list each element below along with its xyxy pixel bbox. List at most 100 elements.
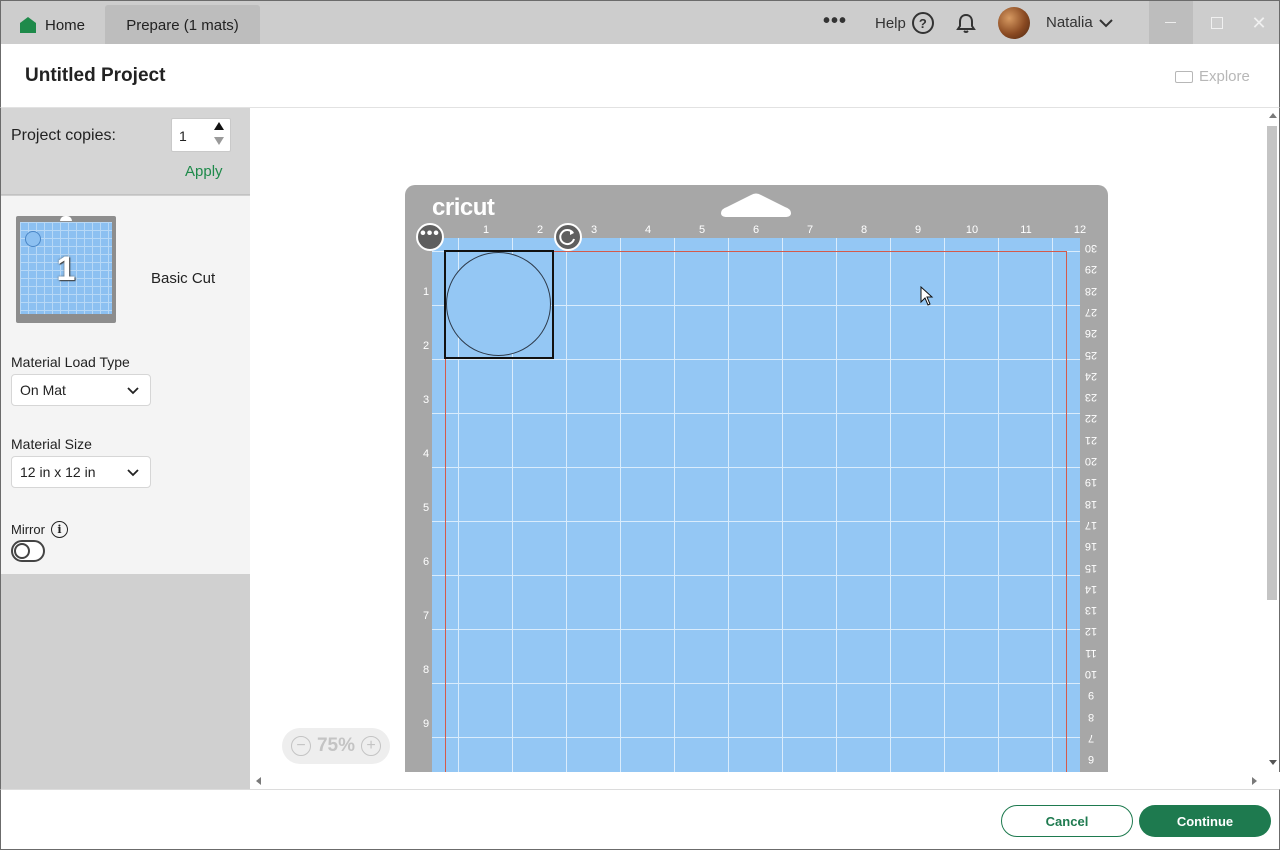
selected-design[interactable] (444, 250, 554, 359)
right-ruler-tick: 24 (1084, 369, 1098, 382)
apply-button[interactable]: Apply (185, 163, 223, 180)
mat-thumbnail[interactable]: 1 (16, 216, 116, 323)
continue-button[interactable]: Continue (1139, 805, 1271, 837)
material-size-value: 12 in x 12 in (20, 464, 96, 480)
circle-shape[interactable] (446, 252, 551, 356)
cutting-mat: cricut 1 2 3 4 5 6 7 8 9 10 11 12 123456789 30 29 28 2… (405, 185, 1108, 772)
left-ruler-tick: 1 (422, 286, 430, 298)
mat-options-panel: 1 Basic Cut Material Load Type On Mat Ma… (1, 196, 250, 574)
top-ruler-tick: 7 (806, 224, 814, 236)
explore-button[interactable]: Explore (1175, 68, 1250, 85)
right-ruler-tick: 21 (1084, 433, 1098, 446)
top-ruler-tick: 2 (536, 224, 544, 236)
right-ruler-tick: 10 (1084, 668, 1098, 680)
right-ruler-tick: 13 (1084, 604, 1098, 617)
top-ruler-tick: 9 (914, 224, 922, 236)
horizontal-scrollbar[interactable] (250, 772, 1265, 789)
right-ruler-tick: 17 (1084, 518, 1098, 531)
right-ruler-tick: 20 (1084, 455, 1098, 467)
copies-panel: Project copies: 1 Apply (1, 108, 250, 195)
right-ruler-tick: 19 (1084, 476, 1098, 489)
top-ruler-tick: 4 (644, 224, 652, 236)
zoom-out-icon[interactable]: − (290, 736, 311, 756)
scroll-up-icon[interactable] (1269, 113, 1277, 118)
left-ruler-tick: 8 (422, 664, 430, 676)
chevron-down-icon (127, 469, 139, 477)
right-ruler-tick: 29 (1084, 263, 1098, 276)
tab-home[interactable]: Home (9, 5, 105, 45)
page-title: Untitled Project (25, 65, 166, 86)
avatar[interactable] (998, 7, 1030, 39)
top-ruler-tick: 3 (590, 224, 598, 236)
explore-label: Explore (1199, 68, 1250, 85)
cancel-button[interactable]: Cancel (1001, 805, 1133, 837)
vertical-scrollbar[interactable] (1265, 108, 1280, 772)
right-ruler-tick: 30 (1084, 242, 1098, 254)
right-ruler-tick: 9 (1087, 689, 1095, 702)
right-ruler-tick: 22 (1084, 412, 1098, 425)
material-load-select[interactable]: On Mat (11, 374, 151, 406)
more-options-icon[interactable]: ••• (821, 11, 849, 35)
material-size-select[interactable]: 12 in x 12 in (11, 456, 151, 488)
increment-icon[interactable] (214, 122, 224, 130)
help-icon: ? (911, 12, 934, 34)
right-ruler-tick: 7 (1087, 731, 1095, 744)
close-button[interactable]: ✕ (1239, 1, 1279, 45)
scroll-left-icon[interactable] (256, 777, 261, 785)
brand-logo: cricut (432, 194, 495, 221)
title-bar: Home Prepare (1 mats) ••• Help ? Natalia… (0, 0, 1280, 45)
left-ruler-tick: 5 (422, 502, 430, 514)
right-ruler-tick: 15 (1084, 561, 1098, 574)
help-button[interactable]: Help ? (875, 12, 934, 34)
mirror-toggle[interactable] (11, 540, 45, 562)
mat-cut-area[interactable] (432, 238, 1080, 772)
top-ruler-tick: 11 (1020, 224, 1032, 236)
page-header: Untitled Project Explore (0, 44, 1280, 108)
top-ruler-tick: 12 (1073, 224, 1087, 236)
top-ruler-tick: 8 (860, 224, 868, 236)
top-ruler-tick: 6 (752, 224, 760, 236)
mat-more-button[interactable]: ••• (416, 223, 444, 251)
tab-home-label: Home (45, 16, 86, 34)
right-ruler-tick: 28 (1084, 284, 1098, 297)
copies-stepper[interactable]: 1 (171, 118, 231, 152)
maximize-button[interactable] (1195, 1, 1239, 45)
mirror-label-row: Mirror i (11, 521, 68, 538)
right-ruler-tick: 23 (1084, 391, 1098, 404)
user-name[interactable]: Natalia (1046, 14, 1093, 31)
mouse-cursor-icon (920, 286, 934, 306)
minimize-button[interactable] (1149, 1, 1193, 45)
vertical-scroll-thumb[interactable] (1267, 126, 1277, 600)
left-ruler-tick: 2 (422, 340, 430, 352)
copies-value: 1 (179, 128, 187, 144)
top-ruler-tick: 5 (698, 224, 706, 236)
chevron-down-icon[interactable] (1098, 15, 1114, 31)
material-load-value: On Mat (20, 382, 66, 398)
mat-number: 1 (56, 250, 76, 288)
left-ruler-tick: 7 (422, 610, 430, 622)
zoom-in-icon[interactable]: + (361, 736, 382, 756)
machine-icon (1175, 70, 1193, 83)
rotate-icon (559, 229, 575, 246)
rotate-button[interactable] (554, 223, 582, 251)
mirror-label: Mirror (11, 522, 45, 537)
right-ruler-tick: 14 (1084, 582, 1098, 595)
cut-type-label: Basic Cut (151, 270, 216, 287)
copies-label: Project copies: (11, 127, 116, 144)
right-ruler-tick: 8 (1087, 710, 1095, 723)
tab-prepare[interactable]: Prepare (1 mats) (105, 5, 260, 45)
right-ruler-tick: 6 (1087, 753, 1095, 766)
bell-icon[interactable] (955, 12, 977, 34)
decrement-icon[interactable] (214, 137, 224, 145)
left-ruler-tick: 9 (422, 718, 430, 730)
left-ruler-tick: 3 (422, 394, 430, 406)
tab-prepare-label: Prepare (1 mats) (126, 16, 239, 34)
scroll-right-icon[interactable] (1252, 777, 1257, 785)
top-ruler-tick: 10 (965, 224, 979, 236)
info-icon[interactable]: i (50, 521, 68, 538)
sidebar: Project copies: 1 Apply 1 Basic Cut Mate… (0, 108, 250, 790)
left-ruler-tick: 6 (422, 556, 430, 568)
left-ruler-tick: 4 (422, 448, 430, 460)
scroll-down-icon[interactable] (1269, 760, 1277, 765)
canvas[interactable]: cricut 1 2 3 4 5 6 7 8 9 10 11 12 123456789 30 29 28 2… (250, 108, 1265, 772)
